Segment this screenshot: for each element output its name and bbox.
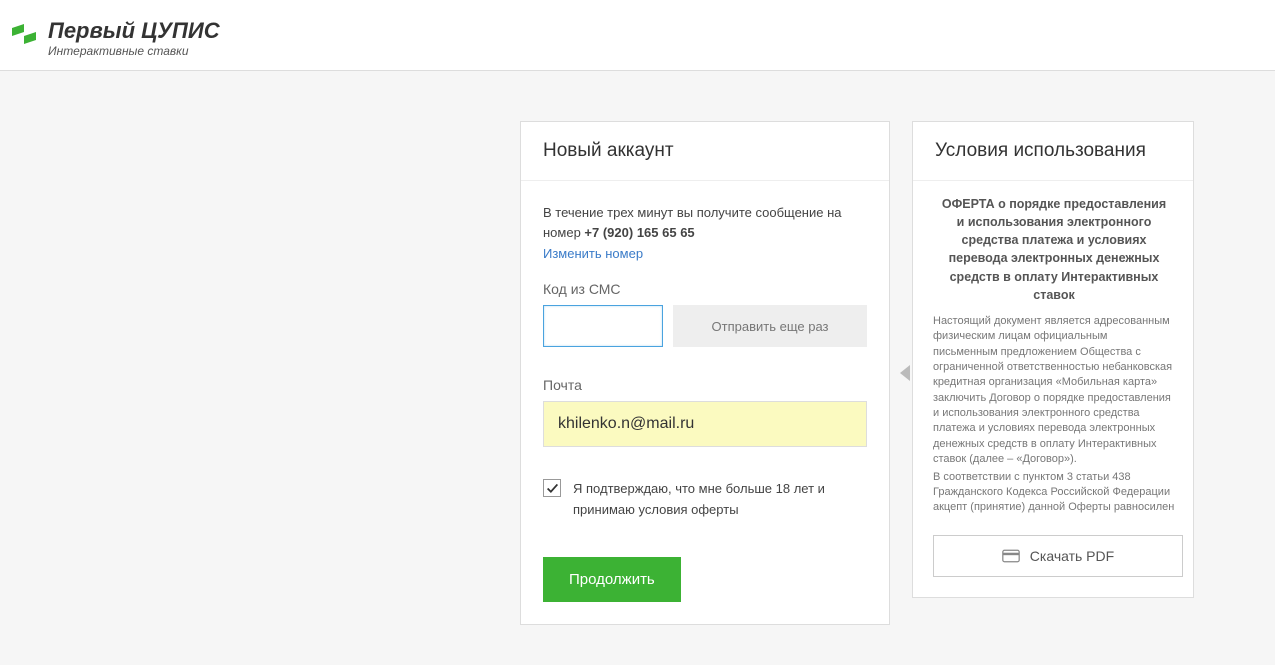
terms-title: Условия использования — [913, 122, 1193, 181]
card-icon — [1002, 549, 1020, 563]
change-number-link[interactable]: Изменить номер — [543, 246, 643, 261]
terms-scroll-area[interactable]: ОФЕРТА о порядке предоставления и исполь… — [933, 195, 1183, 515]
confirm-text: Я подтверждаю, что мне больше 18 лет и п… — [573, 479, 867, 521]
terms-para-1: Настоящий документ является адресованным… — [933, 314, 1175, 468]
age-confirm-checkbox[interactable] — [543, 479, 561, 497]
brand-logo[interactable]: Первый ЦУПИС Интерактивные ставки — [10, 20, 1265, 58]
terms-doc-body: Настоящий документ является адресованным… — [933, 314, 1175, 515]
resend-sms-button[interactable]: Отправить еще раз — [673, 305, 867, 347]
brand-title: Первый ЦУПИС — [48, 20, 220, 42]
terms-para-2: В соответствии с пунктом 3 статьи 438 Гр… — [933, 470, 1175, 515]
sms-code-label: Код из СМС — [543, 281, 867, 297]
site-header: Первый ЦУПИС Интерактивные ставки — [0, 0, 1275, 71]
terms-doc-heading: ОФЕРТА о порядке предоставления и исполь… — [933, 195, 1175, 304]
terms-card: Условия использования ОФЕРТА о порядке п… — [912, 121, 1194, 598]
phone-number: +7 (920) 165 65 65 — [584, 225, 694, 240]
download-pdf-button[interactable]: Скачать PDF — [933, 535, 1183, 577]
download-label: Скачать PDF — [1030, 548, 1114, 564]
checkmark-icon — [546, 482, 559, 495]
pointer-icon — [900, 365, 910, 381]
email-input[interactable] — [543, 401, 867, 447]
sms-info-text: В течение трех минут вы получите сообщен… — [543, 203, 867, 242]
logo-icon — [10, 22, 38, 50]
registration-card: Новый аккаунт В течение трех минут вы по… — [520, 121, 890, 625]
continue-button[interactable]: Продолжить — [543, 557, 681, 602]
brand-subtitle: Интерактивные ставки — [48, 44, 220, 58]
email-label: Почта — [543, 377, 867, 393]
sms-code-input[interactable] — [543, 305, 663, 347]
card-title: Новый аккаунт — [521, 122, 889, 181]
